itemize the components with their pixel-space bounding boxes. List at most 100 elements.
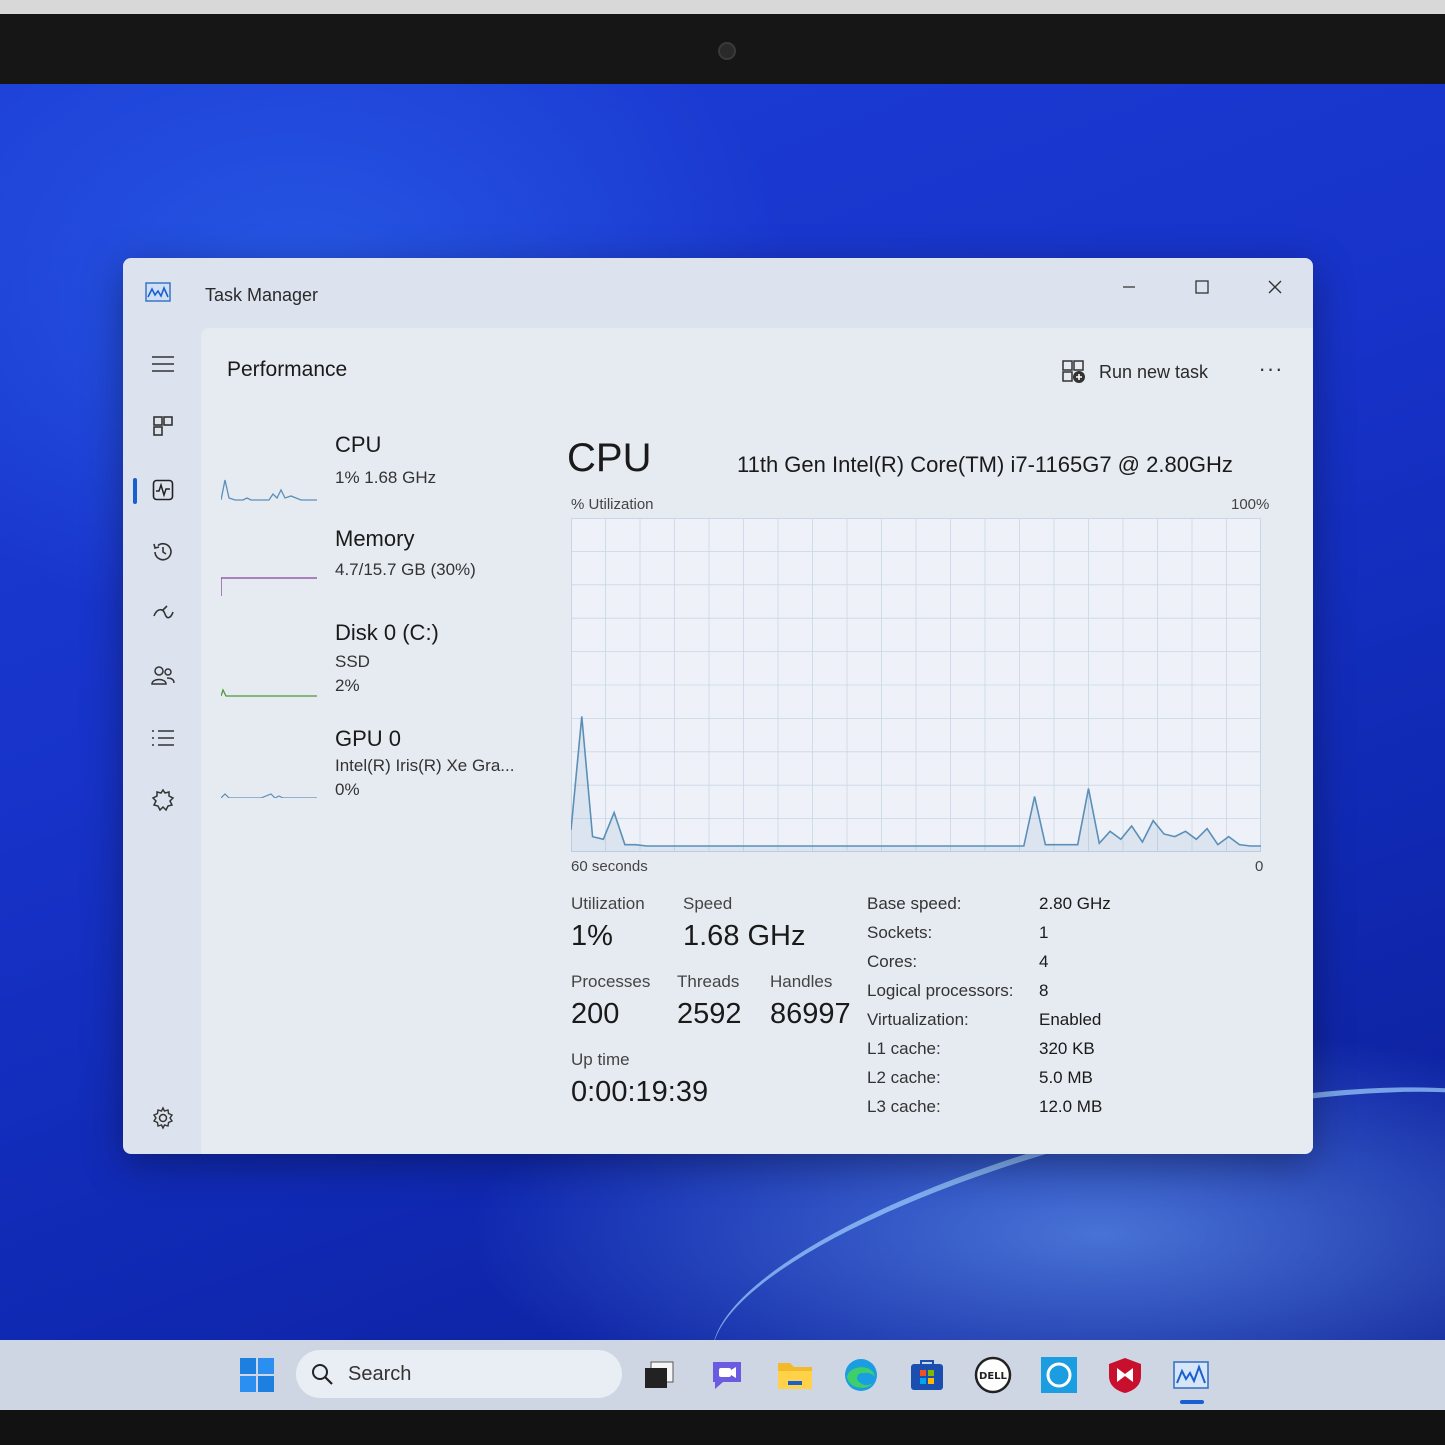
title-bar[interactable]: Task Manager (123, 258, 1313, 328)
handles-value: 86997 (770, 998, 851, 1030)
menu-icon (152, 356, 174, 372)
disk-thumbnail-graph (221, 688, 317, 697)
start-button[interactable] (236, 1354, 278, 1396)
services-icon (151, 788, 175, 812)
resource-item-gpu[interactable]: GPU 0 Intel(R) Iris(R) Xe Gra... 0% (221, 726, 531, 816)
nav-details[interactable] (141, 718, 185, 758)
file-explorer-icon (778, 1363, 812, 1389)
mcafee-button[interactable] (1104, 1354, 1146, 1396)
utilization-label: Utilization (571, 894, 645, 913)
task-manager-window: Task Manager Performance Run new task ··… (123, 258, 1313, 1154)
spec-key-cores: Cores: (867, 952, 918, 971)
spec-key-sockets: Sockets: (867, 923, 933, 942)
edge-icon (845, 1359, 877, 1391)
dell-icon: DELL (974, 1356, 1012, 1394)
minimize-button[interactable] (1106, 270, 1152, 304)
processes-value: 200 (571, 998, 620, 1030)
memory-resource-name: Memory (335, 526, 415, 551)
disk-resource-usage: 2% (335, 676, 360, 695)
microsoft-store-button[interactable] (906, 1354, 948, 1396)
spec-value-l3-cache: 12.0 MB (1039, 1097, 1103, 1116)
performance-page: Performance Run new task ··· CPU 1% 1.68… (201, 328, 1313, 1154)
uptime-value: 0:00:19:39 (571, 1076, 709, 1108)
app-history-icon (153, 542, 172, 561)
screen-bezel-bottom (0, 1410, 1445, 1445)
task-view-icon (645, 1361, 674, 1388)
cpu-utilization-graph (571, 518, 1261, 852)
spec-key-base-speed: Base speed: (867, 894, 962, 913)
taskbar: Search DELL (0, 1340, 1445, 1410)
spec-key-l2-cache: L2 cache: (867, 1068, 941, 1087)
nav-services[interactable] (141, 780, 185, 820)
task-manager-icon (1173, 1361, 1209, 1389)
active-nav-indicator (133, 478, 137, 504)
spec-value-base-speed: 2.80 GHz (1039, 894, 1111, 913)
webcam (718, 42, 736, 60)
gpu-resource-name: GPU 0 (335, 726, 402, 751)
processes-icon (153, 416, 173, 436)
gpu-resource-usage: 0% (335, 780, 360, 799)
uptime-label: Up time (571, 1050, 630, 1069)
window-title: Task Manager (205, 285, 319, 305)
resource-item-memory[interactable]: Memory 4.7/15.7 GB (30%) (221, 526, 531, 616)
task-view-button[interactable] (638, 1354, 680, 1396)
processes-label: Processes (571, 972, 651, 991)
graph-time-span-label: 60 seconds (571, 858, 648, 875)
spec-value-virtualization: Enabled (1039, 1010, 1102, 1029)
speed-value: 1.68 GHz (683, 920, 806, 952)
search-icon (312, 1364, 333, 1385)
memory-thumbnail-graph (221, 577, 317, 596)
users-icon (151, 666, 175, 685)
disk-resource-name: Disk 0 (C:) (335, 620, 439, 645)
spec-value-l2-cache: 5.0 MB (1039, 1068, 1093, 1087)
minimize-icon (1123, 286, 1135, 288)
nav-app-history[interactable] (141, 532, 185, 572)
memory-resource-summary: 4.7/15.7 GB (30%) (335, 560, 476, 579)
chat-button[interactable] (706, 1354, 748, 1396)
start-icon (240, 1358, 274, 1392)
nav-startup-apps[interactable] (141, 594, 185, 634)
detail-title: CPU (567, 436, 652, 480)
close-icon (1268, 280, 1282, 294)
nav-performance[interactable] (141, 470, 185, 510)
spec-key-l3-cache: L3 cache: (867, 1097, 941, 1116)
run-new-task-label: Run new task (1099, 361, 1209, 382)
more-options-button[interactable]: ··· (1251, 354, 1291, 390)
threads-value: 2592 (677, 998, 742, 1030)
speed-label: Speed (683, 894, 733, 913)
close-button[interactable] (1252, 270, 1298, 304)
spec-key-l1-cache: L1 cache: (867, 1039, 941, 1058)
cpu-resource-summary: 1% 1.68 GHz (335, 468, 437, 487)
disk-resource-type: SSD (335, 652, 370, 671)
nav-processes[interactable] (141, 406, 185, 446)
nav-users[interactable] (141, 656, 185, 696)
dell-app-button[interactable]: DELL (972, 1354, 1014, 1396)
utilization-axis-label: % Utilization (571, 496, 654, 513)
store-icon (911, 1360, 943, 1390)
page-title: Performance (227, 358, 348, 381)
search-placeholder: Search (348, 1362, 412, 1385)
chat-icon (713, 1362, 741, 1389)
settings-icon (152, 1106, 174, 1130)
resource-item-disk[interactable]: Disk 0 (C:) SSD 2% (221, 620, 531, 710)
performance-icon (152, 479, 174, 501)
taskbar-search-box[interactable]: Search (296, 1350, 622, 1398)
resource-item-cpu[interactable]: CPU 1% 1.68 GHz (221, 432, 531, 522)
svg-text:DELL: DELL (979, 1371, 1008, 1382)
startup-apps-icon (153, 605, 174, 619)
active-app-indicator (1180, 1400, 1204, 1404)
nav-settings[interactable] (141, 1098, 185, 1138)
cpu-resource-name: CPU (335, 432, 382, 457)
hamburger-menu-button[interactable] (141, 344, 185, 384)
edge-button[interactable] (840, 1354, 882, 1396)
threads-label: Threads (677, 972, 740, 991)
task-manager-taskbar-button[interactable] (1170, 1354, 1212, 1396)
run-new-task-button[interactable]: Run new task (1061, 354, 1208, 390)
spec-value-logical-processors: 8 (1039, 981, 1049, 1000)
gpu-resource-model: Intel(R) Iris(R) Xe Gra... (335, 756, 515, 775)
file-explorer-button[interactable] (774, 1354, 816, 1396)
cortana-button[interactable] (1038, 1354, 1080, 1396)
maximize-button[interactable] (1179, 270, 1225, 304)
graph-time-end-label: 0 (1255, 858, 1264, 875)
utilization-axis-max: 100% (1231, 496, 1270, 513)
